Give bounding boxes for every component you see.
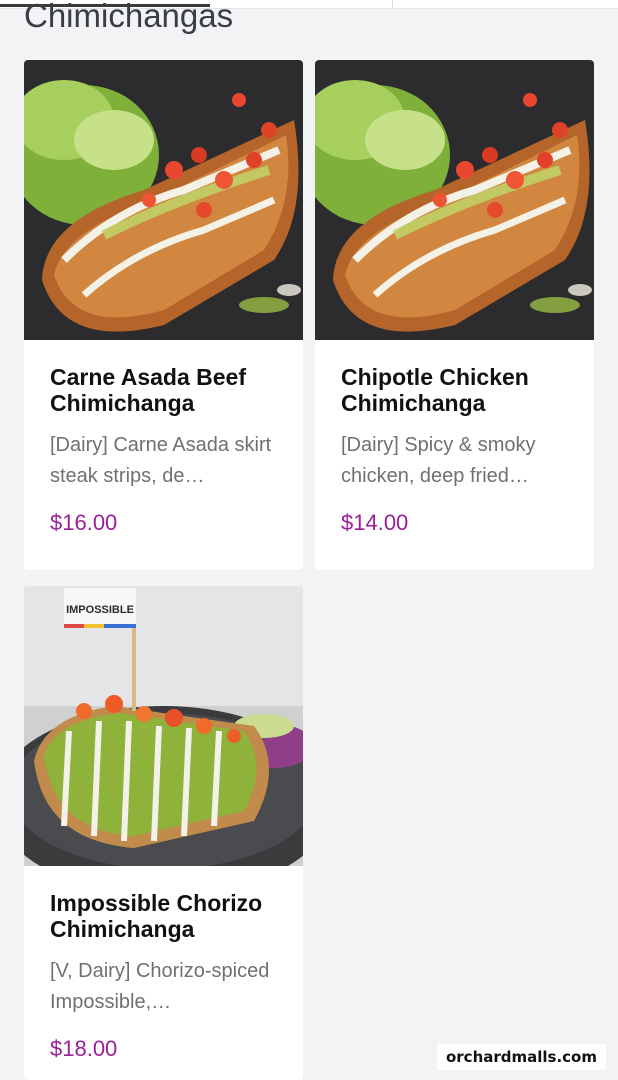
carne-asada-chimichanga-image bbox=[24, 60, 303, 340]
item-description: [Dairy] Carne Asada skirt steak strips, … bbox=[50, 434, 272, 487]
impossible-chorizo-chimichanga-image: IMPOSSIBLE bbox=[24, 586, 303, 866]
item-price: $16.00 bbox=[50, 510, 118, 535]
menu-item-card[interactable]: Chipotle Chicken Chimichanga [Dairy] Spi… bbox=[315, 60, 594, 570]
chipotle-chicken-chimichanga-image bbox=[315, 60, 594, 340]
menu-item-card[interactable]: IMPOSSIBLE Impossible Chorizo Chimichang… bbox=[24, 586, 303, 1080]
item-description: [Dairy] Spicy & smoky chicken, deep frie… bbox=[341, 434, 536, 487]
tab-divider bbox=[392, 0, 393, 8]
impossible-flag-label: IMPOSSIBLE bbox=[66, 604, 134, 616]
item-name: Carne Asada Beef Chimichanga bbox=[50, 364, 247, 416]
section-title: Chimichangas bbox=[24, 0, 234, 34]
item-price: $18.00 bbox=[50, 1036, 118, 1061]
item-price: $14.00 bbox=[341, 510, 409, 535]
item-name: Impossible Chorizo Chimichanga bbox=[50, 890, 263, 942]
item-description: [V, Dairy] Chorizo-spiced Impossible,… bbox=[50, 960, 270, 1013]
item-name: Chipotle Chicken Chimichanga bbox=[341, 364, 529, 416]
watermark: orchardmalls.com bbox=[436, 1044, 606, 1070]
menu-item-card[interactable]: Carne Asada Beef Chimichanga [Dairy] Car… bbox=[24, 60, 303, 570]
